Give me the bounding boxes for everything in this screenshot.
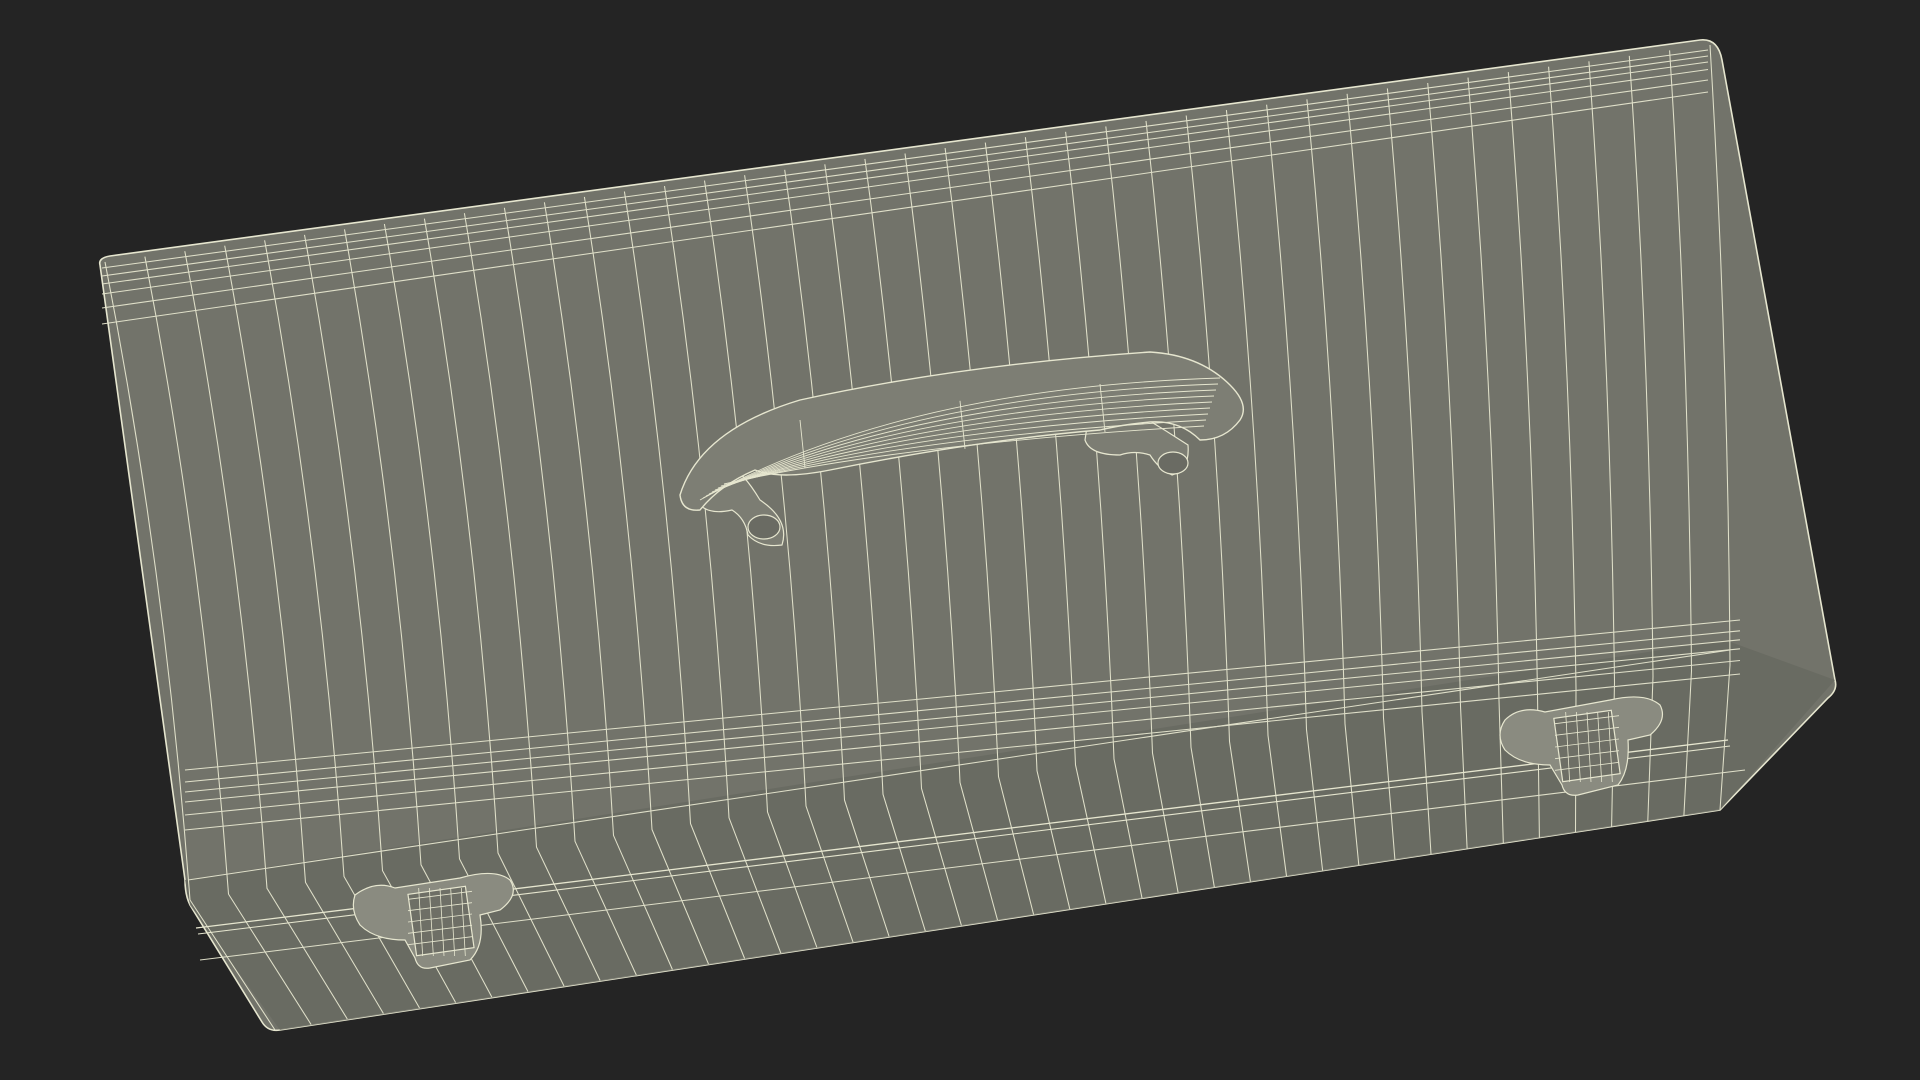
wireframe-render <box>0 0 1920 1080</box>
handle-right-screw <box>1157 451 1189 475</box>
render-viewport <box>0 0 1920 1080</box>
handle-left-screw <box>747 514 781 540</box>
